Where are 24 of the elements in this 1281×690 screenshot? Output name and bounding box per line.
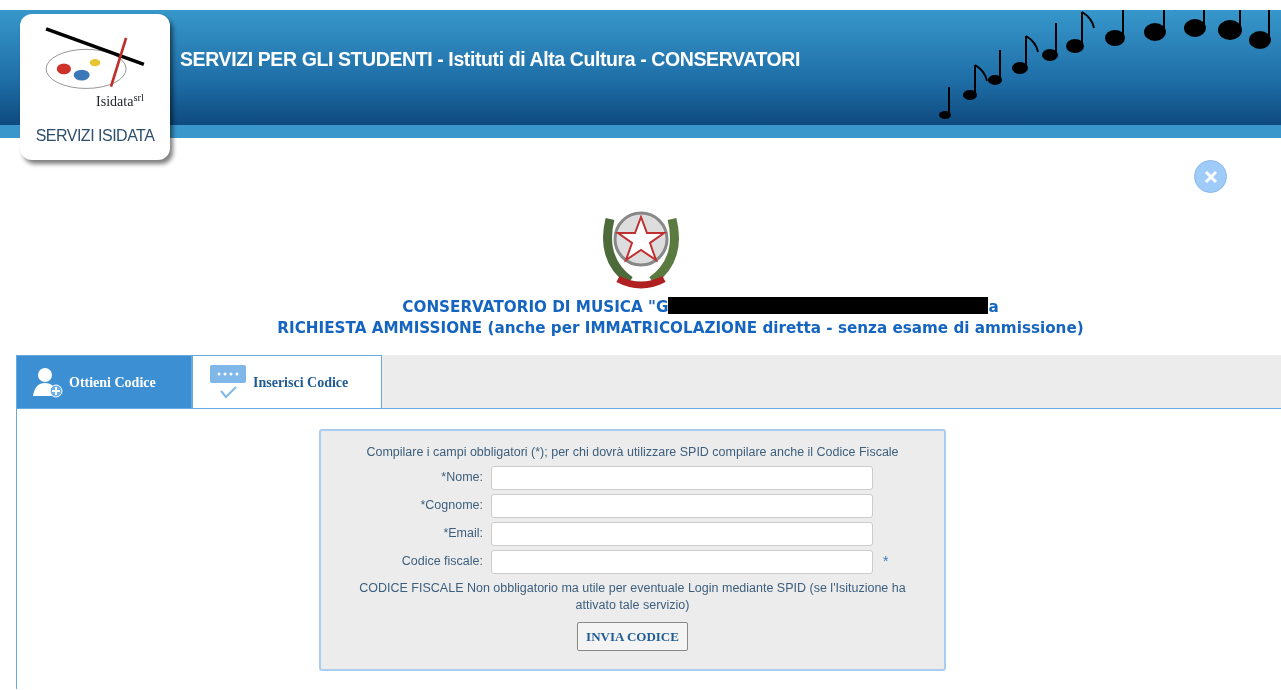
- input-field[interactable]: [491, 465, 873, 490]
- tab[interactable]: Inserisci Codice: [192, 355, 382, 408]
- field-label: Codice fiscale:: [400, 553, 484, 571]
- page-title: SERVIZI PER GLI STUDENTI - Istituti di Alta Cultura - CONSERVATORI: [180, 47, 801, 72]
- input-field[interactable]: [491, 521, 873, 546]
- close-button[interactable]: [1194, 160, 1227, 193]
- input-field[interactable]: [491, 549, 873, 574]
- code-entry-icon: [209, 364, 247, 400]
- required-mark: *: [883, 552, 889, 572]
- input-field[interactable]: [491, 493, 873, 518]
- logo-caption: SERVIZI ISIDATA: [35, 126, 155, 146]
- field-label: *Nome:: [440, 469, 484, 487]
- logo-wordmark: Isidata$^{srl}$: [96, 94, 144, 110]
- tab[interactable]: Ottieni Codice: [16, 355, 192, 408]
- send-code-button[interactable]: INVIA CODICE: [577, 621, 688, 652]
- institution-name: CONSERVATORIO DI MUSICA "G: [402, 297, 669, 318]
- form-note: CODICE FISCALE Non obbligatorio ma utile per eventuale Login mediante SPID (se l'Isituzione ha attivato tale servizio): [358, 579, 907, 614]
- request-title: RICHIESTA AMMISSIONE (anche per IMMATRICOLAZIONE diretta - senza esame di ammissione): [277, 318, 1084, 339]
- field-label: *Email:: [442, 525, 484, 543]
- field-label: *Cognome:: [419, 497, 484, 515]
- close-icon: [1203, 169, 1218, 184]
- form-instructions: Compilare i campi obbligatori (*); per chi dovrà utilizzare SPID compilare anche il Codice Fiscale: [365, 444, 900, 461]
- institution-name-end: a: [988, 297, 999, 318]
- user-add-icon: [33, 366, 63, 398]
